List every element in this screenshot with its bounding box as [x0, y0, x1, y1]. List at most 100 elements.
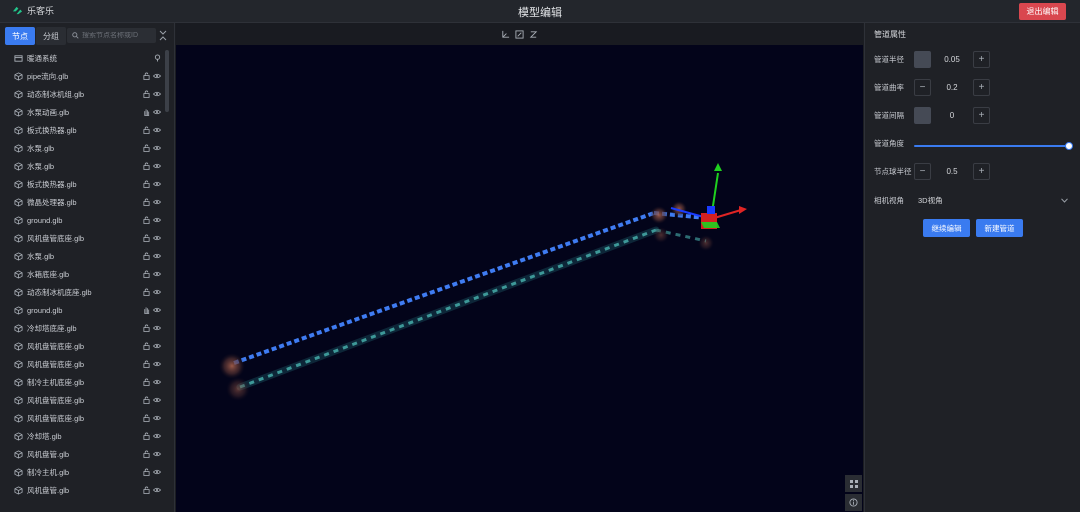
lock-open-icon[interactable] [143, 360, 150, 370]
pipe-node-end[interactable] [650, 206, 668, 224]
hand-icon[interactable] [143, 108, 150, 118]
fullscreen-button[interactable] [845, 475, 862, 492]
eye-icon[interactable] [152, 216, 162, 226]
lock-open-icon[interactable] [143, 162, 150, 172]
eye-icon[interactable] [152, 252, 162, 262]
pin-icon[interactable] [154, 54, 161, 64]
lock-open-icon[interactable] [143, 180, 150, 190]
eye-icon[interactable] [152, 144, 162, 154]
pipe-spacing-minus[interactable] [914, 106, 931, 124]
eye-icon[interactable] [152, 414, 162, 424]
tree-node-row[interactable]: 风机盘管底座.glb [0, 391, 165, 409]
lock-open-icon[interactable] [143, 432, 150, 442]
lock-open-icon[interactable] [143, 378, 150, 388]
lock-open-icon[interactable] [143, 144, 150, 154]
continue-edit-button[interactable]: 继续编辑 [923, 219, 970, 237]
tree-node-row[interactable]: 动态制冰机组.glb [0, 85, 165, 103]
pipe-radius-plus[interactable]: + [973, 50, 990, 68]
eye-icon[interactable] [152, 72, 162, 82]
tree-node-row[interactable]: 制冷主机.glb [0, 463, 165, 481]
tree-node-row[interactable]: 微晶处理器.glb [0, 193, 165, 211]
eye-icon[interactable] [152, 378, 162, 388]
rotate-icon[interactable] [529, 30, 538, 39]
lock-open-icon[interactable] [143, 198, 150, 208]
eye-icon[interactable] [152, 432, 162, 442]
lock-open-icon[interactable] [143, 450, 150, 460]
slider-thumb[interactable] [1065, 142, 1073, 150]
lock-open-icon[interactable] [143, 252, 150, 262]
lock-open-icon[interactable] [143, 486, 150, 496]
pipe-radius-minus[interactable] [914, 50, 931, 68]
tree-node-row[interactable]: 水泵.glb [0, 157, 165, 175]
lock-open-icon[interactable] [143, 288, 150, 298]
tree-node-row[interactable]: 风机盘管.glb [0, 481, 165, 499]
tree-scrollbar[interactable] [165, 50, 169, 112]
tree-node-row[interactable]: 水泵动画.glb [0, 103, 165, 121]
tree-node-row[interactable]: 制冷主机底座.glb [0, 373, 165, 391]
eye-icon[interactable] [152, 450, 162, 460]
transform-gizmo[interactable] [670, 163, 747, 229]
tree-node-row[interactable]: 风机盘管底座.glb [0, 229, 165, 247]
pipe-curvature-value[interactable]: 0.2 [931, 83, 973, 92]
tree-node-row[interactable]: 风机盘管底座.glb [0, 409, 165, 427]
lock-open-icon[interactable] [143, 468, 150, 478]
lock-open-icon[interactable] [143, 414, 150, 424]
tree-node-row[interactable]: 水泵.glb [0, 139, 165, 157]
lock-open-icon[interactable] [143, 216, 150, 226]
collapse-all-icon[interactable] [159, 30, 167, 41]
lock-open-icon[interactable] [143, 126, 150, 136]
tab-groups[interactable]: 分组 [36, 27, 66, 45]
lock-open-icon[interactable] [143, 342, 150, 352]
pipe-radius-value[interactable]: 0.05 [931, 55, 973, 64]
tree-node-row[interactable]: 风机盘管底座.glb [0, 337, 165, 355]
eye-icon[interactable] [152, 486, 162, 496]
node-sphere-value[interactable]: 0.5 [931, 167, 973, 176]
eye-icon[interactable] [152, 270, 162, 280]
hand-icon[interactable] [143, 306, 150, 316]
eye-icon[interactable] [152, 306, 162, 316]
tree-node-row[interactable]: ground.glb [0, 301, 165, 319]
lock-open-icon[interactable] [143, 90, 150, 100]
pipe-curvature-minus[interactable]: − [914, 78, 931, 96]
eye-icon[interactable] [152, 108, 162, 118]
camera-view-select[interactable]: 3D视角 [918, 192, 1068, 208]
app-logo[interactable]: 乐客乐 [12, 4, 54, 17]
lock-open-icon[interactable] [143, 270, 150, 280]
eye-icon[interactable] [152, 234, 162, 244]
search-input[interactable] [82, 32, 154, 39]
eye-icon[interactable] [152, 396, 162, 406]
new-pipe-button[interactable]: 新建管道 [976, 219, 1023, 237]
node-sphere-plus[interactable]: + [973, 162, 990, 180]
node-search[interactable] [67, 28, 156, 43]
pipe-spacing-plus[interactable]: + [973, 106, 990, 124]
pipe-angle-slider[interactable] [914, 142, 1073, 150]
pipe-curvature-plus[interactable]: + [973, 78, 990, 96]
tree-node-row[interactable]: 风机盘管.glb [0, 445, 165, 463]
eye-icon[interactable] [152, 180, 162, 190]
tree-node-row[interactable]: 水泵.glb [0, 247, 165, 265]
eye-icon[interactable] [152, 126, 162, 136]
exit-edit-button[interactable]: 退出编辑 [1019, 3, 1066, 20]
scene-canvas[interactable] [176, 23, 863, 512]
tree-group-row[interactable]: 暖通系统 [0, 49, 165, 67]
tree-node-row[interactable]: 风机盘管底座.glb [0, 355, 165, 373]
tree-node-row[interactable]: 冷却塔.glb [0, 427, 165, 445]
eye-icon[interactable] [152, 288, 162, 298]
axes-icon[interactable] [501, 30, 510, 39]
eye-icon[interactable] [152, 162, 162, 172]
lock-open-icon[interactable] [143, 324, 150, 334]
lock-open-icon[interactable] [143, 234, 150, 244]
pipe-spacing-value[interactable]: 0 [931, 111, 973, 120]
eye-icon[interactable] [152, 90, 162, 100]
node-sphere-minus[interactable]: − [914, 162, 931, 180]
tree-node-row[interactable]: 板式换热器.glb [0, 175, 165, 193]
lock-open-icon[interactable] [143, 396, 150, 406]
3d-viewport[interactable] [176, 23, 863, 512]
eye-icon[interactable] [152, 198, 162, 208]
tree-node-row[interactable]: 动态制冰机底座.glb [0, 283, 165, 301]
info-button[interactable] [845, 494, 862, 511]
tree-node-row[interactable]: 冷却塔底座.glb [0, 319, 165, 337]
eye-icon[interactable] [152, 468, 162, 478]
tree-node-row[interactable]: pipe流向.glb [0, 67, 165, 85]
eye-icon[interactable] [152, 324, 162, 334]
